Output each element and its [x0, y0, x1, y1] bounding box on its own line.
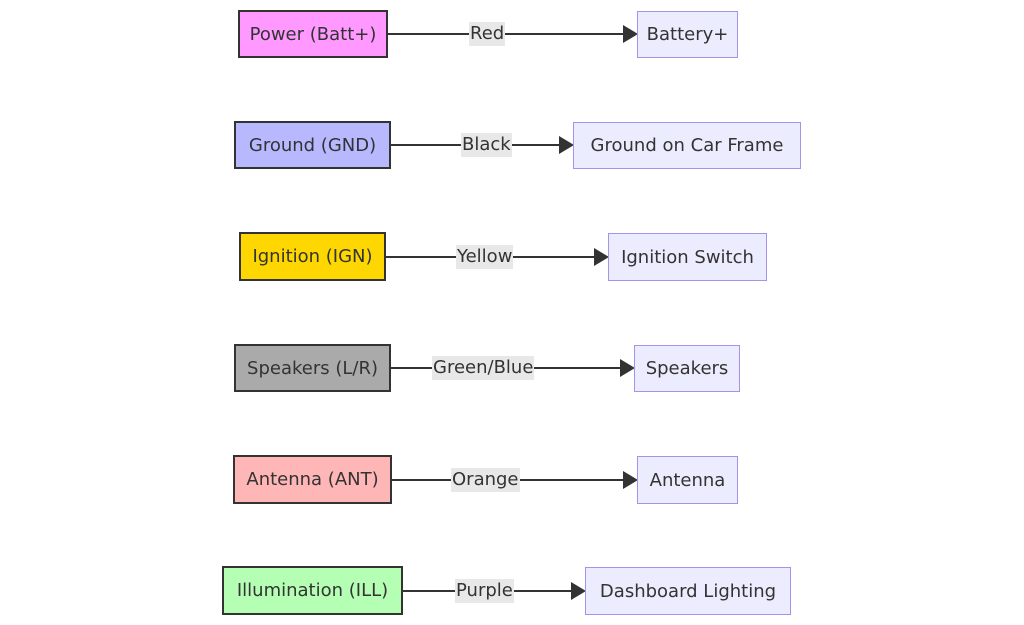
target-node-label: Battery+: [646, 24, 729, 45]
target-node-label: Dashboard Lighting: [599, 580, 777, 602]
source-node-illumination: Illumination (ILL): [222, 566, 403, 615]
source-node-label: Ground (GND): [248, 134, 377, 156]
source-node-label: Illumination (ILL): [236, 580, 389, 601]
target-node-label: Ignition Switch: [621, 246, 754, 268]
arrowhead-icon: [620, 359, 635, 377]
arrowhead-icon: [594, 248, 609, 266]
source-node-label: Power (Batt+): [249, 23, 377, 45]
target-node-car-frame: Ground on Car Frame: [573, 122, 801, 169]
target-node-label: Antenna: [649, 469, 726, 491]
edge-label-wire-color: Red: [469, 22, 506, 46]
source-node-speakers: Speakers (L/R): [234, 344, 391, 392]
arrowhead-icon: [623, 25, 638, 43]
edge-label-wire-color: Green/Blue: [432, 356, 535, 380]
target-node-label: Speakers: [645, 358, 729, 379]
source-node-ground: Ground (GND): [234, 121, 391, 169]
arrowhead-icon: [571, 582, 586, 600]
edge-label-wire-color: Orange: [451, 468, 520, 492]
target-node-dashboard-lighting: Dashboard Lighting: [585, 567, 791, 615]
source-node-label: Ignition (IGN): [252, 246, 373, 267]
arrowhead-icon: [559, 136, 574, 154]
target-node-antenna: Antenna: [637, 456, 738, 504]
edge-line: [388, 33, 624, 35]
source-node-antenna: Antenna (ANT): [233, 455, 392, 504]
source-node-label: Speakers (L/R): [247, 357, 378, 379]
target-node-label: Ground on Car Frame: [590, 135, 784, 156]
source-node-ignition: Ignition (IGN): [239, 232, 386, 281]
edge-label-wire-color: Yellow: [456, 245, 514, 269]
target-node-ignition-switch: Ignition Switch: [608, 233, 767, 281]
edge-label-wire-color: Black: [461, 133, 512, 157]
edge-label-wire-color: Purple: [455, 579, 514, 603]
target-node-battery: Battery+: [637, 11, 738, 58]
source-node-power: Power (Batt+): [238, 10, 388, 58]
source-node-label: Antenna (ANT): [246, 469, 379, 490]
arrowhead-icon: [623, 471, 638, 489]
target-node-speakers: Speakers: [634, 345, 740, 392]
